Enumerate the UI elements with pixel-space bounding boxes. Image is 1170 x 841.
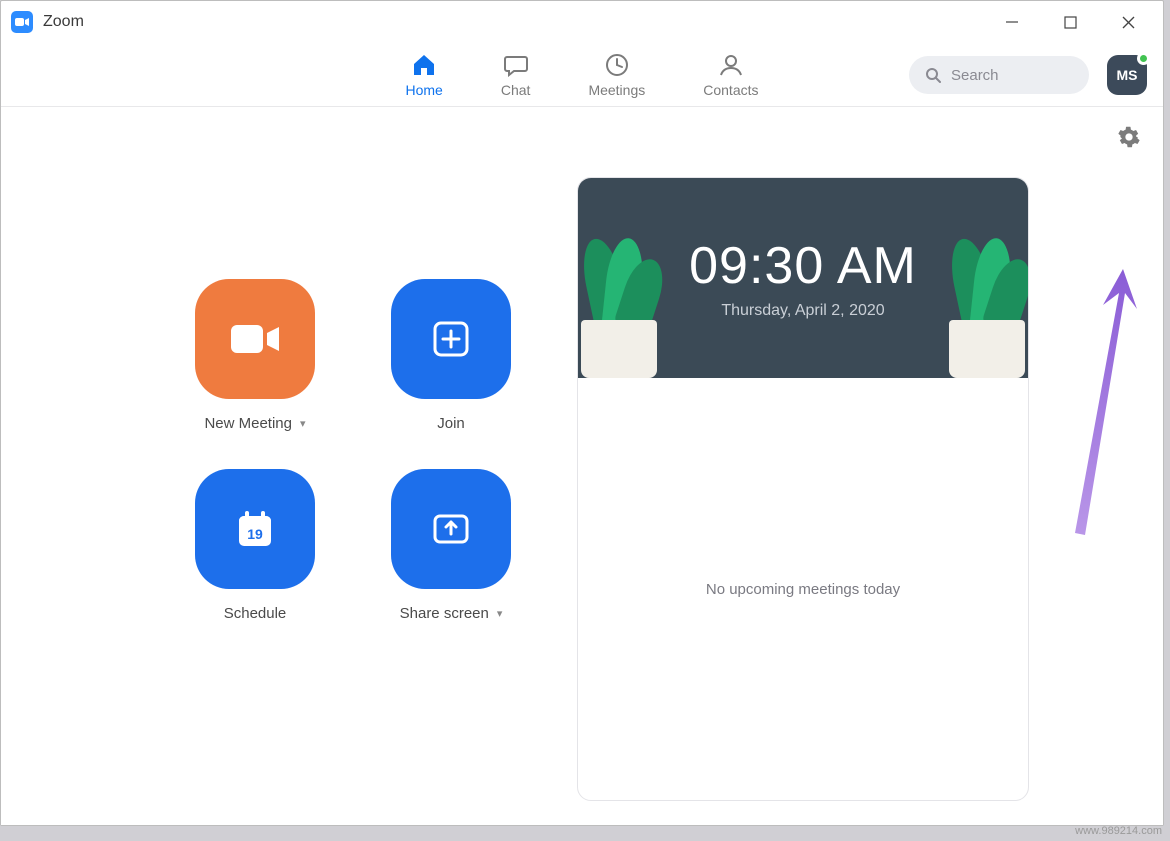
clock-icon [604,52,630,78]
watermark: www.989214.com [1075,825,1162,837]
calendar-hero: 09:30 AM Thursday, April 2, 2020 [578,178,1028,378]
tab-contacts-label: Contacts [703,82,758,98]
plant-decoration [942,258,1029,378]
video-icon [15,17,29,27]
tab-home[interactable]: Home [406,52,443,98]
action-tiles: New Meeting ▾ Join [169,279,529,645]
avatar[interactable]: MS [1107,55,1147,95]
tab-home-label: Home [406,82,443,98]
avatar-initials: MS [1117,67,1138,83]
tab-meetings-label: Meetings [588,82,645,98]
annotation-arrow [1045,263,1145,543]
schedule-label: Schedule [224,605,287,622]
share-screen-button[interactable] [391,469,511,589]
search-input[interactable]: Search [909,56,1089,94]
app-icon [11,11,33,33]
plant-decoration [577,258,664,378]
chevron-down-icon: ▾ [300,417,306,430]
presence-indicator [1137,52,1150,65]
home-icon [411,52,437,78]
zoom-window: Zoom Home Chat [0,0,1164,826]
search-placeholder: Search [951,67,999,84]
join-label: Join [437,415,465,432]
nav-tabs: Home Chat Meetings Contacts [406,52,759,98]
clock-time: 09:30 AM [689,236,917,296]
titlebar: Zoom [1,1,1163,43]
chevron-down-icon: ▾ [497,607,503,620]
window-maximize-button[interactable] [1041,2,1099,42]
window-minimize-button[interactable] [983,2,1041,42]
maximize-icon [1064,16,1077,29]
settings-button[interactable] [1117,125,1141,149]
window-close-button[interactable] [1099,2,1157,42]
clock-date: Thursday, April 2, 2020 [721,302,884,320]
calendar-body: No upcoming meetings today [578,378,1028,800]
app-title: Zoom [43,13,84,31]
join-button[interactable] [391,279,511,399]
calendar-card: 09:30 AM Thursday, April 2, 2020 No upco… [577,177,1029,801]
chat-icon [503,52,529,78]
tile-new-meeting: New Meeting ▾ [169,279,341,455]
calendar-icon: 19 [230,504,280,554]
schedule-button[interactable]: 19 [195,469,315,589]
tile-join: Join [365,279,537,455]
svg-text:19: 19 [247,526,263,542]
new-meeting-label: New Meeting [204,415,292,432]
contacts-icon [718,52,744,78]
tab-chat-label: Chat [501,82,531,98]
content-area: New Meeting ▾ Join [1,107,1163,825]
new-meeting-button[interactable] [195,279,315,399]
tile-share-screen: Share screen ▾ [365,469,537,645]
tab-chat[interactable]: Chat [501,52,531,98]
tab-contacts[interactable]: Contacts [703,52,758,98]
close-icon [1122,16,1135,29]
top-nav: Home Chat Meetings Contacts [1,43,1163,107]
gear-icon [1118,126,1140,148]
tab-meetings[interactable]: Meetings [588,52,645,98]
share-screen-label: Share screen [400,605,489,622]
topbar-right: Search MS [909,43,1147,107]
search-icon [925,67,941,83]
share-icon [426,504,476,554]
new-meeting-caption[interactable]: New Meeting ▾ [204,415,305,432]
plus-icon [427,315,475,363]
video-icon [227,319,283,359]
share-screen-caption[interactable]: Share screen ▾ [400,605,503,622]
minimize-icon [1005,15,1019,29]
no-meetings-text: No upcoming meetings today [706,581,900,598]
tile-schedule: 19 Schedule [169,469,341,645]
